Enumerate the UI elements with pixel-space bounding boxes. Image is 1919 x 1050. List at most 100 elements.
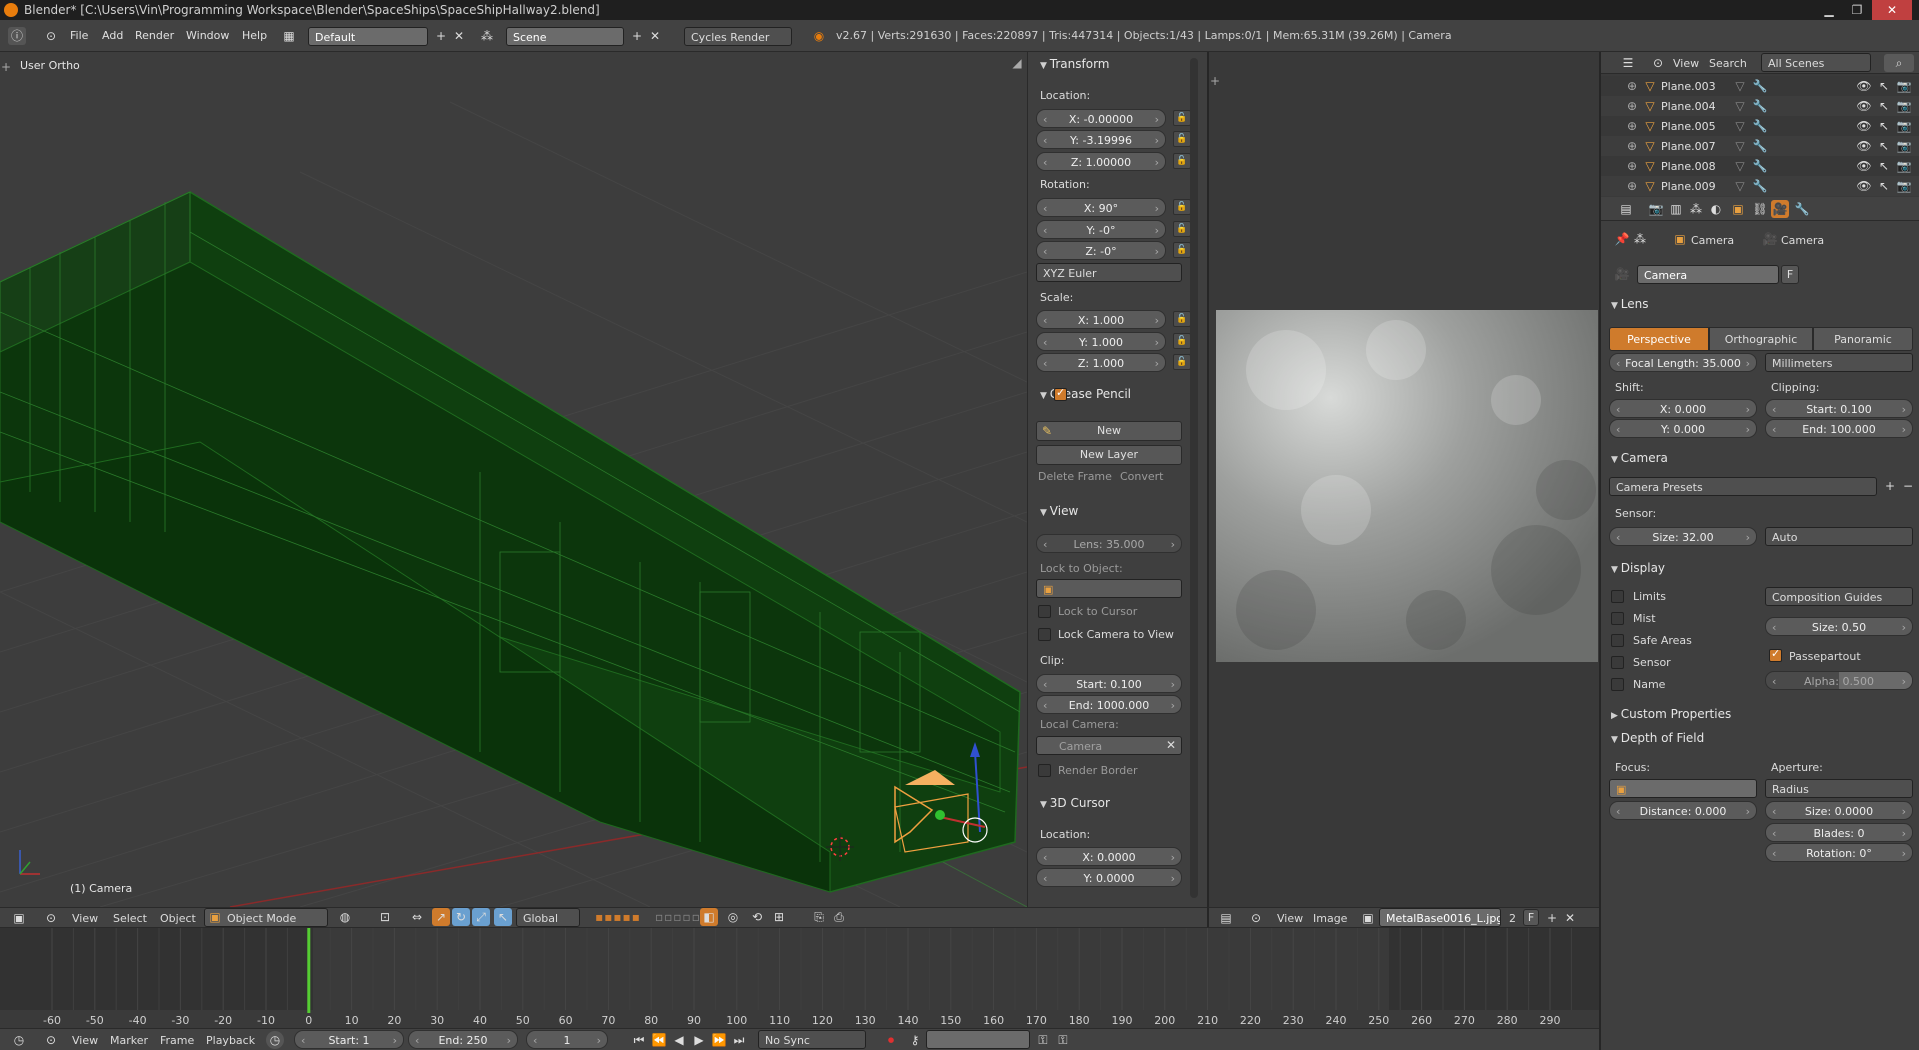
add-image-icon[interactable]: + <box>1543 909 1561 927</box>
location-z-field[interactable]: Z: 1.00000 <box>1036 152 1166 171</box>
outliner-row[interactable]: ⊕ ▽ Plane.005 ▽ 🔧 👁 ↖ 📷 <box>1601 116 1919 136</box>
timeline-editor[interactable]: -60 -50 -40 -30 -20 -10 0 10 20 30 40 50 60 70 80 90 100… <box>0 927 1599 1028</box>
timeline-menu-frame[interactable]: Frame <box>160 1034 194 1047</box>
lock-cursor-checkbox[interactable] <box>1038 605 1051 618</box>
collapse-menu-icon[interactable]: ⊙ <box>42 27 60 45</box>
preview-range-icon[interactable]: ◷ <box>266 1031 284 1049</box>
opengl-render-icon[interactable]: ⎘ <box>810 908 828 926</box>
rotation-y-field[interactable]: Y: -0° <box>1036 220 1166 239</box>
manipulator-icon[interactable]: ⇔ <box>408 908 426 926</box>
clip-start-field[interactable]: Start: 0.100 <box>1036 674 1182 693</box>
rotate-icon[interactable]: ↻ <box>452 908 470 926</box>
location-x-field[interactable]: X: -0.00000 <box>1036 109 1166 128</box>
info-editor-type-icon[interactable]: ⓘ <box>8 27 26 45</box>
new-layer-button[interactable]: New Layer <box>1036 445 1182 465</box>
render-engine-select[interactable]: Cycles Render <box>684 27 792 46</box>
aperture-size-field[interactable]: Size: 0.0000 <box>1765 801 1913 820</box>
corner-widget-icon[interactable]: ◢ <box>1010 54 1024 72</box>
tab-panoramic[interactable]: Panoramic <box>1813 327 1913 351</box>
local-camera-field[interactable]: Camera <box>1036 736 1182 755</box>
maximize-button[interactable]: ❐ <box>1844 0 1870 20</box>
render-layers-tab-icon[interactable]: ▥ <box>1667 200 1685 218</box>
lens-field[interactable]: Lens: 35.000 <box>1036 534 1182 553</box>
layer-buttons-2-icon[interactable]: ▫▫▫▫▫ <box>650 908 706 926</box>
minimize-button[interactable]: ▁ <box>1816 0 1842 20</box>
lens-unit-select[interactable]: Millimeters <box>1765 353 1913 372</box>
sync-mode-select[interactable]: No Sync <box>758 1030 866 1049</box>
composition-guides-select[interactable]: Composition Guides <box>1765 587 1913 606</box>
add-layout-icon[interactable]: + <box>432 27 450 45</box>
opengl-animation-icon[interactable]: ⎙ <box>830 908 848 926</box>
lock-icon[interactable]: 🔓 <box>1173 110 1191 126</box>
constraints-tab-icon[interactable]: ⛓ <box>1751 200 1769 218</box>
image-menu-image[interactable]: Image <box>1313 912 1347 925</box>
panel-depth-of-field[interactable]: Depth of Field <box>1611 731 1704 745</box>
timeline-collapse-icon[interactable]: ⊙ <box>42 1031 60 1049</box>
focus-object-field[interactable]: ▣ <box>1609 779 1757 798</box>
rotation-mode-select[interactable]: XYZ Euler <box>1036 263 1182 282</box>
scale-icon[interactable]: ⤢ <box>472 908 490 926</box>
lock-icon[interactable]: 🔓 <box>1173 333 1191 349</box>
menu-window[interactable]: Window <box>186 20 229 52</box>
lock-icon[interactable]: 🔓 <box>1173 153 1191 169</box>
layout-field[interactable]: Default <box>308 27 428 46</box>
grease-pencil-checkbox[interactable] <box>1054 386 1067 401</box>
snap-target-icon[interactable]: ⊞ <box>770 908 788 926</box>
add-scene-icon[interactable]: + <box>628 27 646 45</box>
sensor-checkbox[interactable] <box>1611 656 1624 669</box>
visibility-eye-icon[interactable]: 👁 <box>1855 77 1873 95</box>
lock-object-field[interactable]: ▣ <box>1036 579 1182 598</box>
render-tab-icon[interactable]: 📷 <box>1647 200 1665 218</box>
insert-keyframe-icon[interactable]: ⚿ <box>1034 1031 1052 1049</box>
viewport-menu-view[interactable]: View <box>72 912 98 925</box>
expand-icon[interactable]: ⊕ <box>1623 177 1641 195</box>
menu-file[interactable]: File <box>70 20 88 52</box>
shift-y-field[interactable]: Y: 0.000 <box>1609 419 1757 438</box>
lock-icon[interactable]: 🔓 <box>1173 311 1191 327</box>
viewport-collapse-icon[interactable]: ⊙ <box>42 909 60 927</box>
timeline-editor-type-icon[interactable]: ◷ <box>10 1031 28 1049</box>
selectability-cursor-icon[interactable]: ↖ <box>1875 177 1893 195</box>
close-window-button[interactable]: ✕ <box>1872 0 1912 20</box>
image-toolshelf-toggle-icon[interactable]: + <box>1209 72 1221 90</box>
lock-icon[interactable]: 🔓 <box>1173 242 1191 258</box>
tab-orthographic[interactable]: Orthographic <box>1709 327 1813 351</box>
record-icon[interactable]: ⏺ <box>882 1031 900 1049</box>
current-frame-field[interactable]: 1 <box>526 1030 608 1049</box>
timeline-menu-marker[interactable]: Marker <box>110 1034 148 1047</box>
outliner-row[interactable]: ⊕ ▽ Plane.003 ▽ 🔧 👁 ↖ 📷 <box>1601 76 1919 96</box>
cursor-x-field[interactable]: X: 0.0000 <box>1036 847 1182 866</box>
lock-layers-icon[interactable]: ◧ <box>700 908 718 926</box>
focus-distance-field[interactable]: Distance: 0.000 <box>1609 801 1757 820</box>
selectability-cursor-icon[interactable]: ↖ <box>1875 137 1893 155</box>
transform-icon[interactable]: ↖ <box>494 908 512 926</box>
limits-checkbox[interactable] <box>1611 590 1624 603</box>
viewport-shading-icon[interactable]: ◍ <box>336 908 354 926</box>
viewport-menu-object[interactable]: Object <box>160 912 196 925</box>
scale-z-field[interactable]: Z: 1.000 <box>1036 353 1166 372</box>
display-size-field[interactable]: Size: 0.50 <box>1765 617 1913 636</box>
remove-layout-icon[interactable]: ✕ <box>450 27 468 45</box>
cursor-y-field[interactable]: Y: 0.0000 <box>1036 868 1182 887</box>
camera-clip-start-field[interactable]: Start: 0.100 <box>1765 399 1913 418</box>
image-editor[interactable]: + <box>1207 52 1599 907</box>
image-menu-view[interactable]: View <box>1277 912 1303 925</box>
modifiers-tab-icon[interactable]: 🔧 <box>1793 200 1811 218</box>
sensor-fit-select[interactable]: Auto <box>1765 527 1913 546</box>
clip-end-field[interactable]: End: 1000.000 <box>1036 695 1182 714</box>
scene-field[interactable]: Scene <box>506 27 624 46</box>
viewport-editor-type-icon[interactable]: ▣ <box>10 909 28 927</box>
remove-preset-icon[interactable]: − <box>1899 477 1917 495</box>
jump-prev-keyframe-icon[interactable]: ⏪ <box>650 1031 668 1049</box>
alpha-slider[interactable]: Alpha: 0.500 <box>1765 671 1913 690</box>
selectability-cursor-icon[interactable]: ↖ <box>1875 117 1893 135</box>
expand-icon[interactable]: ⊕ <box>1623 97 1641 115</box>
scene-icon[interactable]: ⁂ <box>478 27 496 45</box>
grease-new-button[interactable]: New <box>1036 421 1182 441</box>
image-editor-type-icon[interactable]: ▤ <box>1217 909 1235 927</box>
image-browse-icon[interactable]: ▣ <box>1359 909 1377 927</box>
3d-viewport[interactable]: User Ortho (1) Camera + ◢ <box>0 52 1027 907</box>
visibility-eye-icon[interactable]: 👁 <box>1855 97 1873 115</box>
panel-display[interactable]: Display <box>1611 561 1665 575</box>
screen-layout-icon[interactable]: ▦ <box>280 27 298 45</box>
